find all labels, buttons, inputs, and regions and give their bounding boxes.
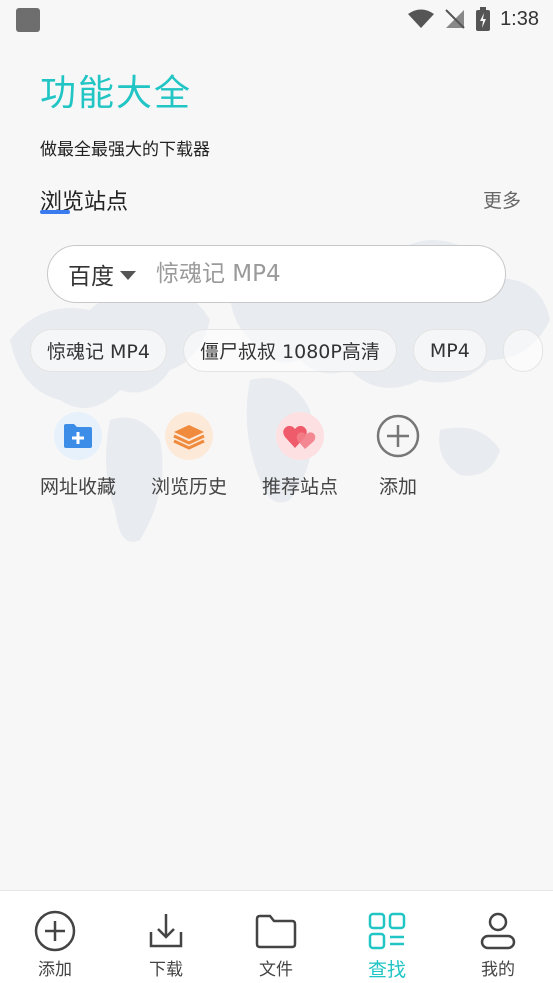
chevron-down-icon [120, 270, 136, 280]
bottom-tab-bar: 添加 下载 文件 查找 我的 [0, 890, 553, 983]
page-subtitle: 做最全最强大的下载器 [40, 140, 210, 160]
tab-label: 查找 [367, 959, 406, 981]
tab-label: 下载 [149, 960, 183, 980]
tab-profile[interactable]: 我的 [443, 891, 553, 983]
quick-action-label: 推荐站点 [261, 476, 338, 498]
quick-action-bookmarks[interactable]: 网址收藏 [28, 412, 128, 499]
tab-add[interactable]: 添加 [0, 891, 110, 983]
quick-action-label: 浏览历史 [150, 476, 227, 498]
search-box: 百度 [47, 245, 506, 303]
plus-circle-icon [374, 412, 422, 460]
quick-action-add[interactable]: 添加 [348, 412, 448, 499]
quick-action-history[interactable]: 浏览历史 [139, 412, 239, 499]
search-engine-select[interactable]: 百度 [68, 257, 136, 291]
suggestion-chips: 惊魂记 MP4 僵尸叔叔 1080P高清 MP4 [30, 329, 553, 372]
search-input[interactable] [156, 261, 456, 287]
battery-charging-icon [476, 7, 491, 31]
tab-download[interactable]: 下载 [111, 891, 221, 983]
notification-icon [16, 8, 40, 32]
tab-files[interactable]: 文件 [221, 891, 331, 983]
search-engine-label: 百度 [68, 264, 114, 290]
tab-label: 我的 [481, 960, 515, 980]
download-tray-icon [144, 909, 188, 953]
tab-label: 文件 [259, 960, 293, 980]
suggestion-chip[interactable]: 僵尸叔叔 1080P高清 [182, 329, 397, 372]
quick-action-recommended[interactable]: 推荐站点 [250, 412, 350, 499]
status-time: 1:38 [500, 7, 539, 30]
hearts-icon [276, 412, 324, 460]
quick-action-label: 添加 [378, 476, 417, 498]
quick-action-label: 网址收藏 [39, 476, 116, 498]
layers-icon [165, 412, 213, 460]
page-title: 功能大全 [40, 73, 193, 114]
tab-search[interactable]: 查找 [332, 891, 442, 983]
plus-circle-icon [33, 909, 77, 953]
tab-label: 添加 [38, 960, 72, 980]
wifi-icon [408, 9, 435, 28]
no-signal-icon [445, 9, 465, 29]
status-indicators: 1:38 [408, 6, 539, 32]
folder-add-icon [54, 412, 102, 460]
section-underline [40, 210, 70, 214]
suggestion-chip-partial[interactable] [502, 329, 543, 372]
suggestion-chip[interactable]: 惊魂记 MP4 [30, 329, 167, 372]
more-link[interactable]: 更多 [483, 186, 521, 213]
user-icon [476, 909, 520, 953]
status-bar: 1:38 [0, 0, 553, 38]
grid-list-icon [365, 909, 409, 953]
suggestion-chip[interactable]: MP4 [412, 329, 487, 372]
folder-icon [254, 909, 298, 953]
